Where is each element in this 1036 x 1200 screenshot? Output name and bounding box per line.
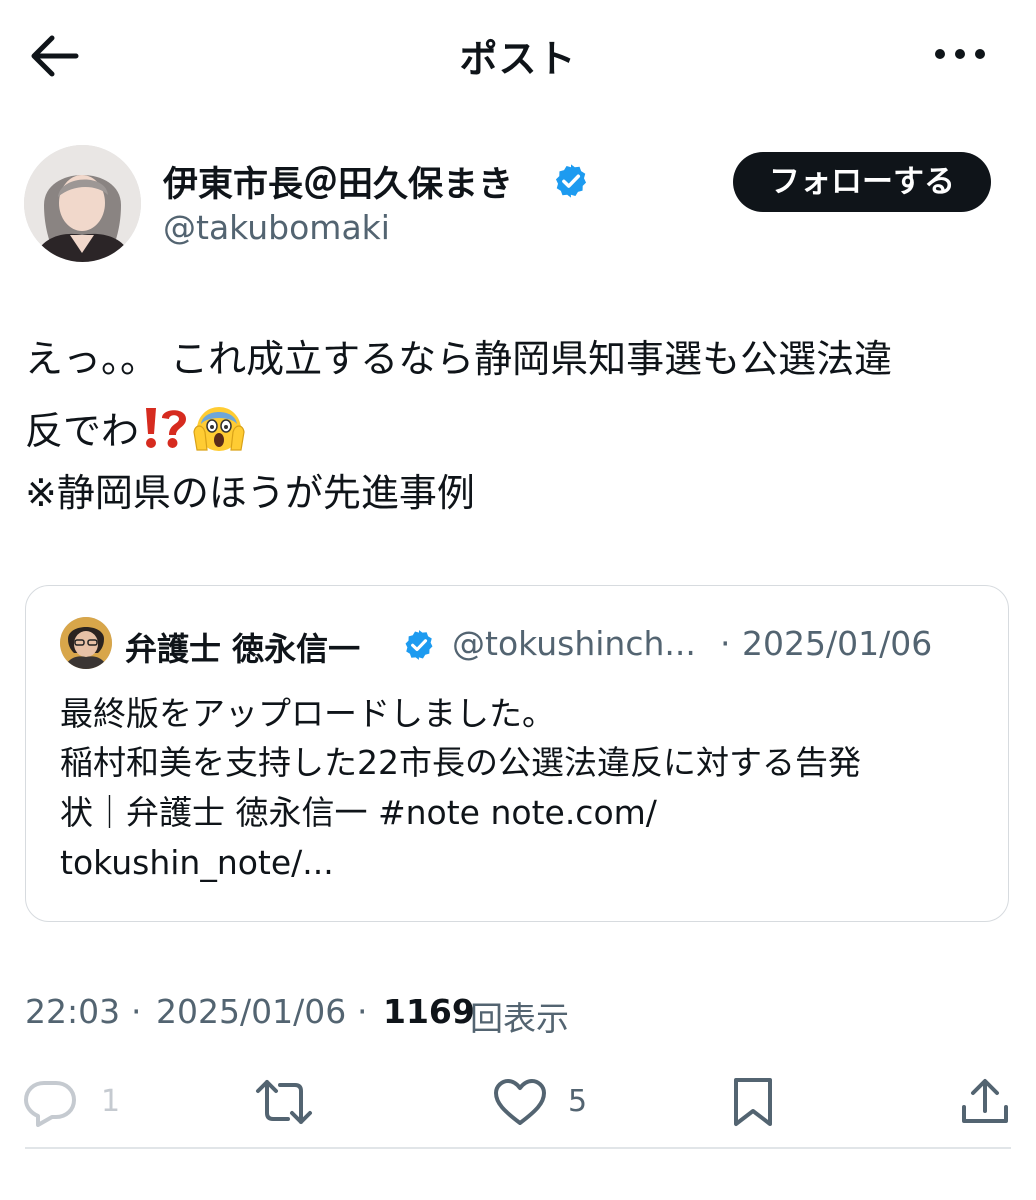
screaming-face-emoji (193, 402, 245, 465)
bookmark-button[interactable] (728, 1077, 778, 1127)
post-time: 22:03 (25, 992, 121, 1031)
author-name[interactable]: 伊東市長＠田久保まき (163, 156, 513, 207)
share-icon (962, 1079, 1008, 1123)
like-count: 5 (568, 1084, 588, 1119)
quoted-author-avatar (60, 617, 112, 669)
separator-dot: · (131, 992, 142, 1031)
bookmark-icon (734, 1078, 772, 1126)
quoted-post-date: 2025/01/06 (742, 624, 933, 663)
reply-button[interactable] (22, 1077, 78, 1127)
more-options-button[interactable] (930, 34, 990, 74)
share-button[interactable] (958, 1077, 1012, 1127)
like-button[interactable] (492, 1077, 548, 1127)
post-text-line: えっ。。 これ成立するなら静岡県知事選も公選法違 (25, 337, 893, 381)
post-date: 2025/01/06 (156, 992, 347, 1031)
heart-icon (494, 1079, 546, 1125)
follow-button[interactable]: フォローする (733, 152, 991, 212)
verified-badge-icon (402, 628, 436, 662)
page-title: ポスト (459, 37, 577, 81)
post-text-line: 反でわ (25, 402, 245, 465)
more-horizontal-icon (935, 49, 985, 59)
quoted-author-handle: @tokushinch... (452, 624, 696, 663)
separator-dot: · (357, 992, 368, 1031)
quoted-text-line: 稲村和美を支持した22市長の公選法違反に対する告発 (60, 743, 861, 782)
separator-dot: · (720, 624, 731, 663)
quoted-text-line: 最終版をアップロードしました。 (60, 694, 555, 733)
quoted-text-line: tokushin_note/... (60, 843, 334, 882)
retweet-icon (256, 1080, 312, 1124)
quoted-author-name: 弁護士 徳永信一 (125, 630, 361, 668)
reply-icon (24, 1081, 76, 1127)
post-text-segment: 反でわ (25, 409, 140, 453)
author-handle[interactable]: @takubomaki (163, 208, 390, 247)
view-count: 1169 (383, 992, 475, 1031)
post-text-line: ※静岡県のほうが先進事例 (25, 471, 475, 515)
divider (25, 1147, 1011, 1149)
verified-badge-icon (552, 162, 590, 200)
retweet-button[interactable] (254, 1077, 314, 1127)
reply-count: 1 (101, 1084, 121, 1119)
exclamation-question-mark-emoji (143, 406, 189, 461)
author-avatar[interactable] (24, 145, 141, 262)
quoted-text-line: 状｜弁護士 徳永信一 #note note.com/ (60, 793, 657, 832)
view-count-label: 回表示 (470, 999, 569, 1038)
